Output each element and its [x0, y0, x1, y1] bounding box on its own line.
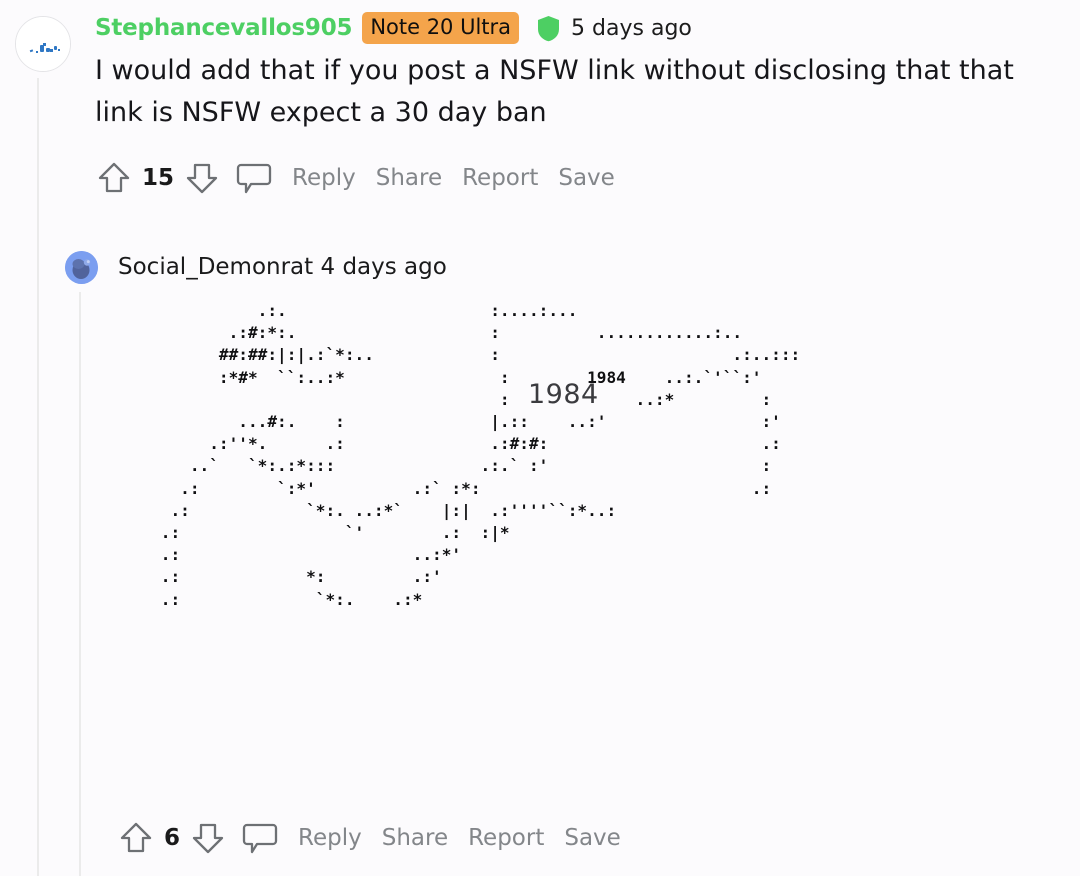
author-flair-badge: Note 20 Ultra — [362, 12, 520, 44]
upvote-arrow-icon[interactable] — [118, 820, 154, 856]
share-button[interactable]: Share — [382, 825, 448, 851]
reply-button[interactable]: Reply — [298, 825, 362, 851]
comment-action-bar: 15 Reply Share Report Save — [96, 156, 615, 200]
reply-action-bar: 6 Reply Share Report Save — [118, 816, 621, 860]
avatar-artwork-icon — [16, 17, 70, 71]
downvote-arrow-icon[interactable] — [184, 160, 220, 196]
downvote-arrow-icon[interactable] — [190, 820, 226, 856]
ascii-art-body: .:. :....:... .:#:*:. : ............:.. … — [160, 301, 801, 609]
comment-body-text: I would add that if you post a NSFW link… — [95, 55, 1014, 128]
reply-timestamp: 4 days ago — [320, 254, 447, 280]
ascii-art-year-label: 1984 — [528, 379, 599, 410]
comment-author-name[interactable]: Stephancevallos905 — [95, 15, 353, 41]
avatar-top-level-author[interactable] — [15, 16, 71, 72]
save-button[interactable]: Save — [564, 825, 620, 851]
verified-shield-icon — [536, 15, 561, 42]
save-button[interactable]: Save — [558, 165, 614, 191]
share-button[interactable]: Share — [376, 165, 442, 191]
avatar-reply-author[interactable] — [65, 251, 98, 284]
comment-header: Stephancevallos905 Note 20 Ultra 5 days … — [95, 12, 692, 44]
report-button[interactable]: Report — [462, 165, 538, 191]
reply-vote-score: 6 — [164, 825, 181, 851]
comment-bubble-icon[interactable] — [236, 161, 272, 195]
report-button[interactable]: Report — [468, 825, 544, 851]
reply-button[interactable]: Reply — [292, 165, 356, 191]
reply-author-name[interactable]: Social_Demonrat — [118, 254, 313, 280]
thread-rail-nested-reply — [79, 292, 81, 876]
avatar-alien-icon — [65, 251, 98, 284]
upvote-arrow-icon[interactable] — [96, 160, 132, 196]
thread-rail-top-level — [37, 78, 39, 876]
comment-timestamp: 5 days ago — [571, 15, 692, 41]
comment-bubble-icon[interactable] — [242, 821, 278, 855]
reply-header: Social_Demonrat 4 days ago — [118, 254, 447, 280]
comment-vote-score: 15 — [142, 165, 175, 191]
